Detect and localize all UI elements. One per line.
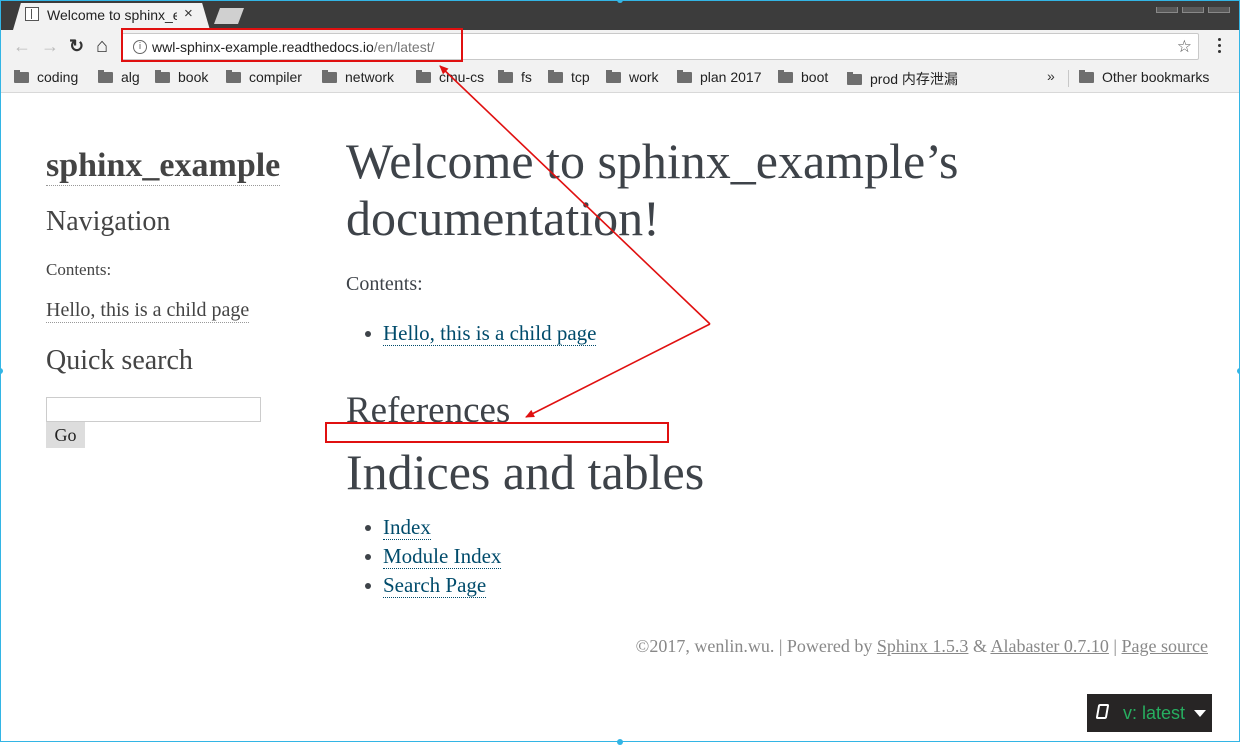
arrow-to-references xyxy=(525,323,711,418)
resize-handle-bottom[interactable] xyxy=(617,739,623,745)
arrow-to-url xyxy=(439,65,711,325)
annotation-arrows xyxy=(439,65,711,418)
